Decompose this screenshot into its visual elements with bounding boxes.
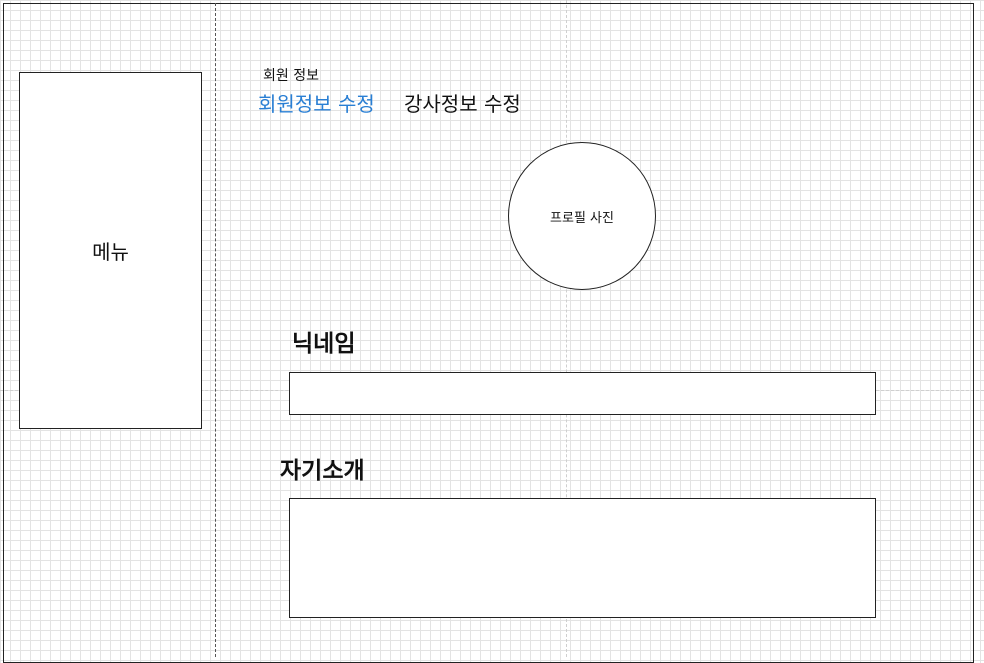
tab-instructor-info-edit[interactable]: 강사정보 수정 xyxy=(404,88,521,117)
sidebar-divider xyxy=(215,3,216,657)
nickname-label: 닉네임 xyxy=(292,331,356,357)
nickname-input[interactable] xyxy=(289,372,876,415)
sidebar-menu-label: 메뉴 xyxy=(92,240,129,264)
profile-photo-label: 프로필 사진 xyxy=(550,210,614,226)
tab-member-info-edit[interactable]: 회원정보 수정 xyxy=(258,88,375,117)
breadcrumb: 회원 정보 xyxy=(263,68,319,84)
intro-textarea[interactable] xyxy=(289,498,876,618)
sidebar-menu[interactable]: 메뉴 xyxy=(19,72,202,429)
intro-label: 자기소개 xyxy=(280,458,365,484)
profile-photo[interactable]: 프로필 사진 xyxy=(508,142,656,290)
